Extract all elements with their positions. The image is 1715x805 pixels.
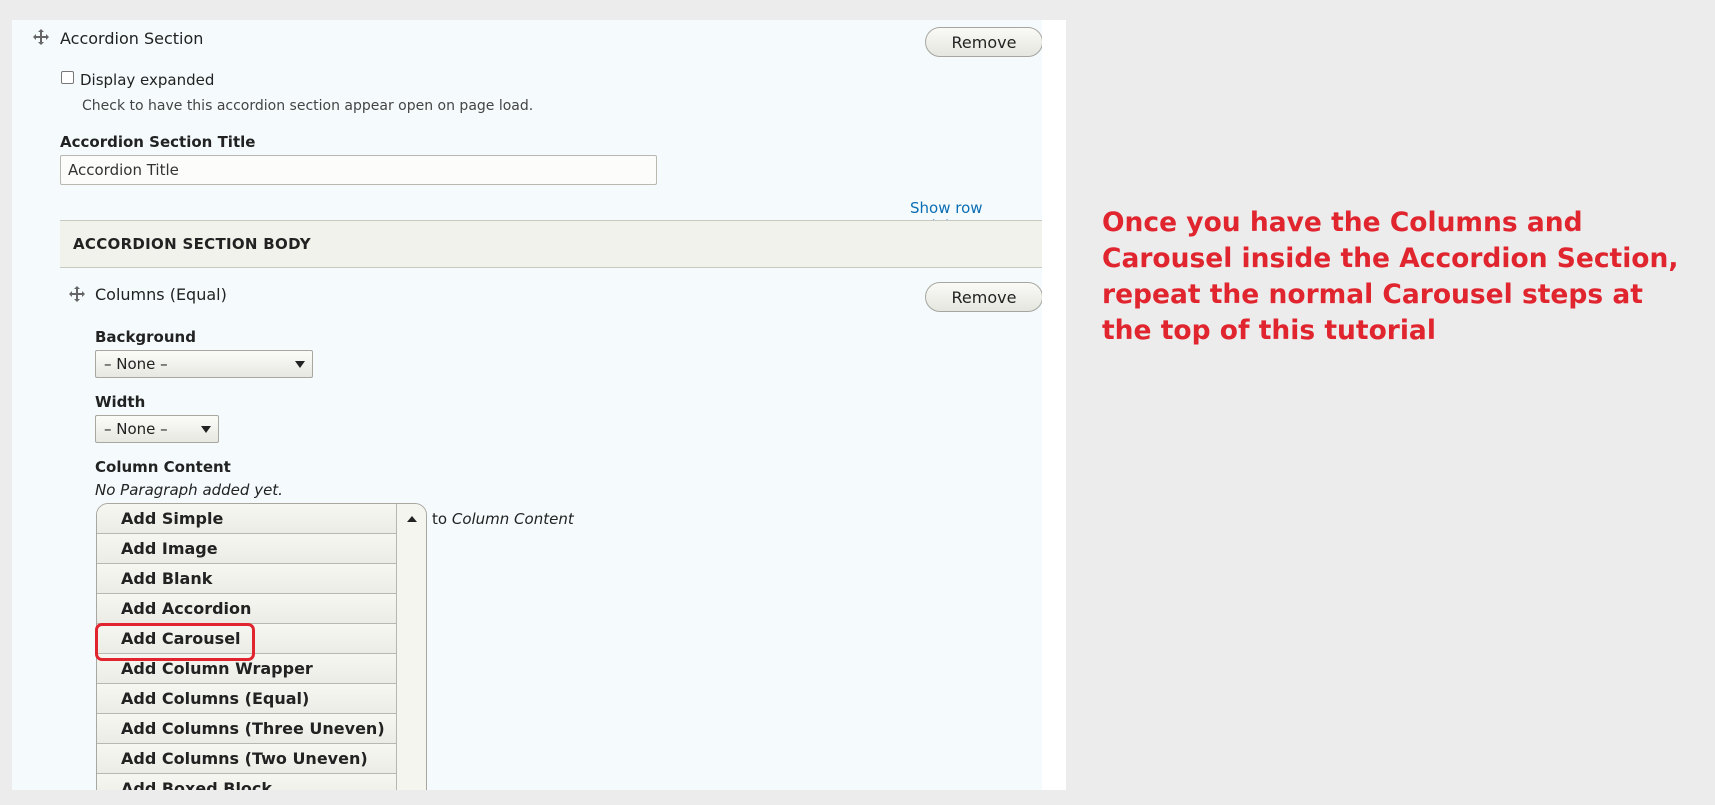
accordion-section-body-title: ACCORDION SECTION BODY: [73, 235, 311, 253]
add-to-target-text: to Column Content: [432, 510, 574, 528]
display-expanded-description: Check to have this accordion section app…: [82, 98, 534, 114]
background-select-value: – None –: [104, 355, 168, 373]
dropbutton-item-add-boxed-block[interactable]: Add Boxed Block: [97, 774, 396, 790]
carousel-highlight-box: [95, 623, 255, 661]
accordion-section-title: Accordion Section: [60, 29, 204, 48]
tutorial-annotation: Once you have the Columns and Carousel i…: [1102, 207, 1679, 346]
display-expanded-label: Display expanded: [80, 71, 215, 89]
paragraphs-form-panel: Accordion Section Remove Display expande…: [12, 20, 1066, 790]
drag-handle-icon[interactable]: [32, 28, 50, 46]
columns-title: Columns (Equal): [95, 285, 227, 304]
dropbutton-item-add-columns-equal[interactable]: Add Columns (Equal): [97, 684, 396, 714]
dropbutton-item-add-columns-two-uneven[interactable]: Add Columns (Two Uneven): [97, 744, 396, 774]
chevron-up-icon: [407, 516, 417, 522]
width-select[interactable]: – None –: [95, 415, 219, 443]
panel-right-margin: [1042, 20, 1066, 790]
dropbutton-item-add-blank[interactable]: Add Blank: [97, 564, 396, 594]
accordion-section-body-header: ACCORDION SECTION BODY: [60, 220, 1044, 268]
remove-columns-button[interactable]: Remove: [925, 282, 1043, 312]
dropbutton-item-add-columns-three-uneven[interactable]: Add Columns (Three Uneven): [97, 714, 396, 744]
width-select-value: – None –: [104, 420, 168, 438]
dropbutton-item-add-accordion[interactable]: Add Accordion: [97, 594, 396, 624]
chevron-down-icon: [201, 426, 211, 433]
dropbutton-toggle[interactable]: [396, 504, 426, 790]
display-expanded-checkbox[interactable]: [61, 71, 74, 84]
width-label: Width: [95, 393, 146, 411]
columns-drag-handle-icon[interactable]: [68, 285, 86, 303]
column-content-empty-text: No Paragraph added yet.: [95, 481, 283, 499]
background-label: Background: [95, 328, 196, 346]
accordion-title-field-label: Accordion Section Title: [60, 133, 256, 151]
background-select[interactable]: – None –: [95, 350, 313, 378]
remove-accordion-section-button[interactable]: Remove: [925, 27, 1043, 57]
panel-content: Accordion Section Remove Display expande…: [12, 20, 1044, 790]
add-to-target-name: Column Content: [451, 510, 574, 528]
chevron-down-icon: [295, 361, 305, 368]
accordion-title-input[interactable]: [60, 155, 657, 185]
dropbutton-item-add-image[interactable]: Add Image: [97, 534, 396, 564]
dropbutton-item-add-simple[interactable]: Add Simple: [97, 504, 396, 534]
column-content-label: Column Content: [95, 458, 231, 476]
